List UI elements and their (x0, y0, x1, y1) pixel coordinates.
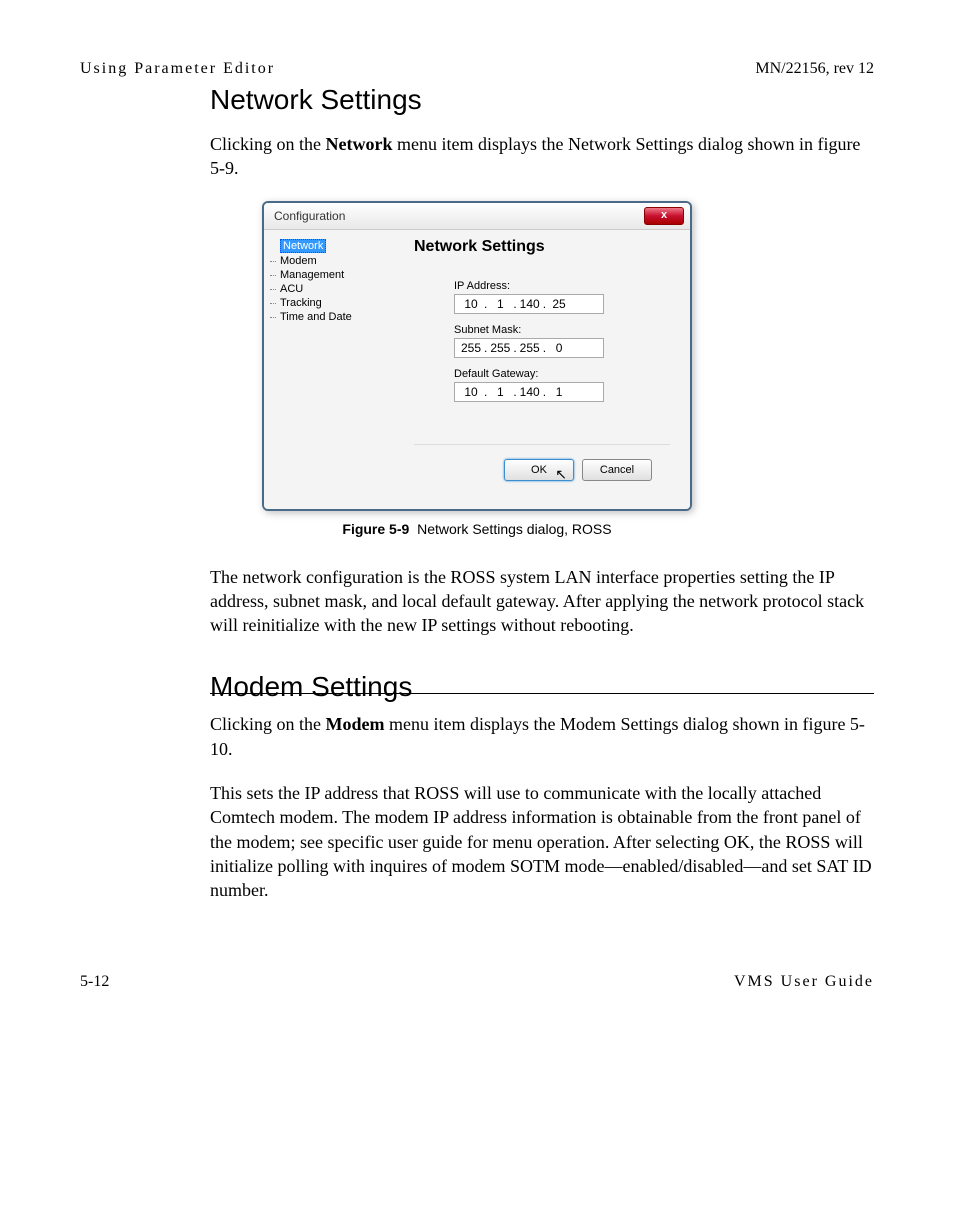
figure-caption: Figure 5-9 Network Settings dialog, ROSS (80, 521, 874, 537)
dialog-title: Configuration (274, 209, 345, 223)
network-config-paragraph: The network configuration is the ROSS sy… (210, 565, 874, 638)
default-gateway-group: Default Gateway: 10.1.140.1 (454, 368, 670, 402)
footer-guide-name: VMS User Guide (734, 973, 874, 991)
tree-item-network[interactable]: Network (268, 238, 390, 254)
ip-address-group: IP Address: 10.1.140.25 (454, 280, 670, 314)
configuration-dialog: Configuration x Network Modem Management… (262, 201, 692, 511)
ip-address-label: IP Address: (454, 280, 670, 292)
ok-button[interactable]: OK ↖ (504, 459, 574, 481)
figure-area: Configuration x Network Modem Management… (80, 201, 874, 511)
panel-title: Network Settings (414, 238, 670, 256)
tree-item-time-and-date[interactable]: Time and Date (268, 310, 390, 324)
cursor-icon: ↖ (555, 464, 567, 484)
intro-paragraph-1: Clicking on the Network menu item displa… (210, 132, 874, 181)
figure-caption-text: Network Settings dialog, ROSS (417, 521, 612, 537)
section-title-network: Network Settings (210, 84, 874, 116)
tree-item-acu[interactable]: ACU (268, 282, 390, 296)
default-gateway-label: Default Gateway: (454, 368, 670, 380)
ok-button-label: OK (531, 464, 547, 476)
tree-panel: Network Modem Management ACU Tracking Ti… (264, 230, 394, 509)
modem-paragraph-1: Clicking on the Modem menu item displays… (210, 712, 874, 761)
tree-item-modem[interactable]: Modem (268, 254, 390, 268)
content-panel: Network Settings IP Address: 10.1.140.25… (394, 230, 690, 509)
header-left: Using Parameter Editor (80, 60, 275, 78)
text-fragment: Clicking on the (210, 714, 326, 734)
dialog-button-row: OK ↖ Cancel (414, 444, 670, 495)
subnet-mask-label: Subnet Mask: (454, 324, 670, 336)
text-bold-network: Network (326, 134, 393, 154)
header-right: MN/22156, rev 12 (755, 60, 874, 78)
subnet-mask-input[interactable]: 255.255.255.0 (454, 338, 604, 358)
page-header: Using Parameter Editor MN/22156, rev 12 (80, 60, 874, 78)
page-footer: 5-12 VMS User Guide (80, 973, 874, 991)
page-number: 5-12 (80, 973, 109, 991)
text-fragment: Clicking on the (210, 134, 326, 154)
default-gateway-input[interactable]: 10.1.140.1 (454, 382, 604, 402)
cancel-button[interactable]: Cancel (582, 459, 652, 481)
tree-item-management[interactable]: Management (268, 268, 390, 282)
section-title-modem: Modem Settings (210, 671, 874, 703)
tree-item-tracking[interactable]: Tracking (268, 296, 390, 310)
modem-paragraph-2: This sets the IP address that ROSS will … (210, 781, 874, 902)
subnet-mask-group: Subnet Mask: 255.255.255.0 (454, 324, 670, 358)
close-button[interactable]: x (644, 207, 684, 225)
text-bold-modem: Modem (326, 714, 385, 734)
dialog-body: Network Modem Management ACU Tracking Ti… (264, 230, 690, 509)
figure-label: Figure 5-9 (342, 521, 409, 537)
ip-address-input[interactable]: 10.1.140.25 (454, 294, 604, 314)
dialog-titlebar: Configuration x (264, 203, 690, 230)
